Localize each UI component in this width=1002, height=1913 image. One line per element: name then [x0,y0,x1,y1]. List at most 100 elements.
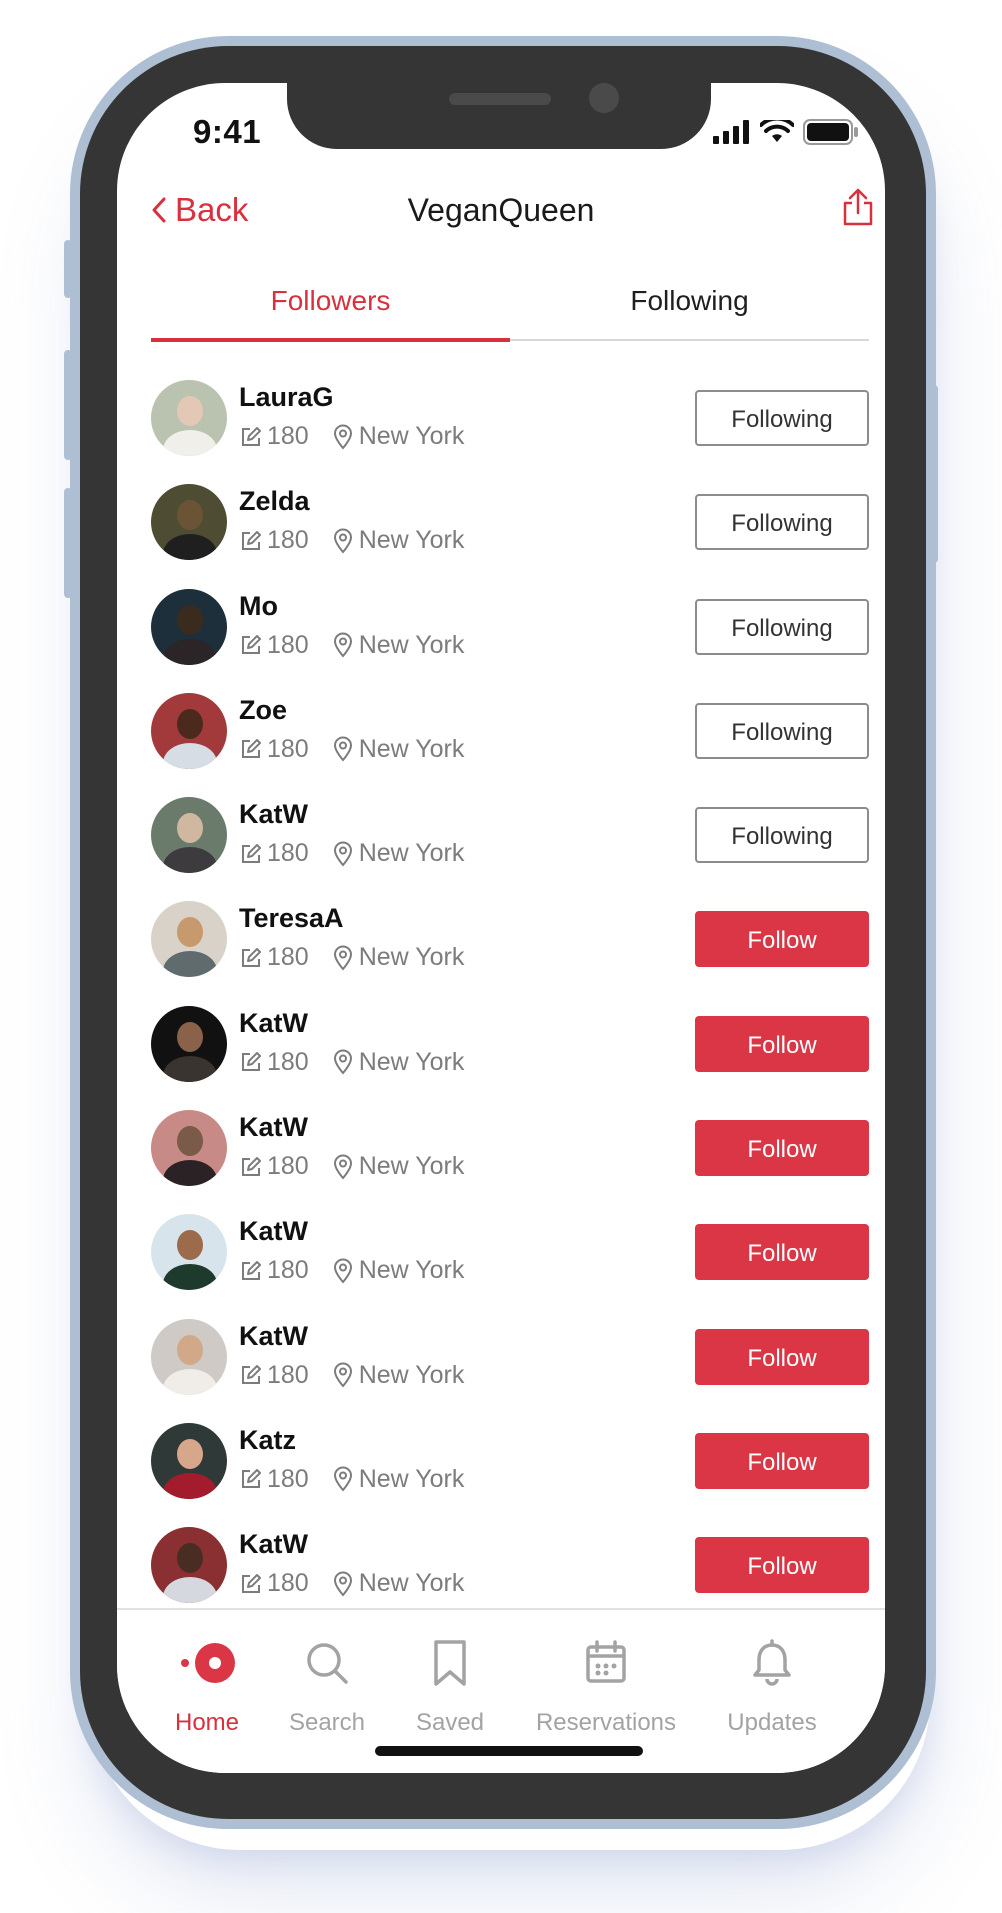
user-row[interactable]: Katz 180 New York Follow [151,1411,869,1515]
follow-button[interactable]: Follow [695,1224,869,1281]
user-row[interactable]: LauraG 180 New York Following [151,368,869,472]
avatar[interactable] [151,692,227,769]
home-icon [181,1643,235,1683]
location-pin-icon [333,1258,352,1284]
user-meta: 180 New York [239,1048,464,1077]
speaker [449,93,551,105]
user-row[interactable]: KatW 180 New York Follow [151,1307,869,1411]
avatar[interactable] [151,901,227,978]
avatar[interactable] [151,380,227,456]
battery-icon [803,119,858,145]
post-count: 180 [267,630,309,659]
following-button[interactable]: Following [695,702,869,759]
user-name[interactable]: Zoe [239,695,287,726]
home-indicator [375,1746,643,1756]
location-pin-icon [333,1049,352,1075]
mute-switch [64,240,72,298]
followers-following-tabs: Followers Following [151,271,869,342]
avatar[interactable] [151,1214,227,1291]
user-name[interactable]: Zelda [239,486,310,517]
avatar[interactable] [151,1422,227,1499]
avatar[interactable] [151,1527,227,1604]
location-pin-icon [333,945,352,971]
user-name[interactable]: KatW [239,1529,308,1560]
edit-icon [242,1156,261,1176]
user-name[interactable]: LauraG [239,382,334,413]
location-pin-icon [333,841,352,867]
cellular-signal-icon [713,120,749,144]
follow-button[interactable]: Follow [695,1328,869,1385]
following-button[interactable]: Following [695,390,869,446]
avatar[interactable] [151,1005,227,1082]
post-count: 180 [267,1256,309,1285]
tab-bar-saved[interactable]: Saved [403,1638,497,1737]
follow-button[interactable]: Follow [695,911,869,968]
user-meta: 180 New York [239,422,464,451]
post-count: 180 [267,1047,309,1076]
tab-following[interactable]: Following [510,271,869,339]
tab-bar-search[interactable]: Search [277,1638,377,1737]
user-row[interactable]: KatW 180 New York Follow [151,1098,869,1202]
user-location: New York [358,1464,465,1493]
user-name[interactable]: KatW [239,1112,308,1143]
user-location: New York [358,734,465,763]
user-location: New York [358,526,465,555]
avatar[interactable] [151,1110,227,1187]
tab-bar-home[interactable]: Home [151,1638,263,1737]
follow-button[interactable]: Follow [695,1120,869,1177]
bookmark-icon [434,1640,466,1686]
edit-icon [242,1260,261,1280]
avatar[interactable] [151,588,227,665]
user-location: New York [358,422,465,450]
user-location: New York [358,1256,465,1285]
user-row[interactable]: KatW 180 New York Follow [151,1515,869,1619]
avatar[interactable] [151,1318,227,1395]
follow-button[interactable]: Follow [695,1015,869,1072]
user-meta: 180 New York [239,839,464,868]
user-row[interactable]: Mo 180 New York Following [151,577,869,681]
user-row[interactable]: KatW 180 New York Follow [151,994,869,1098]
user-name[interactable]: KatW [239,1008,308,1039]
user-list: LauraG 180 New York Following Zelda 180 … [151,368,869,1620]
location-pin-icon [333,632,352,658]
user-name[interactable]: Katz [239,1425,296,1456]
tab-followers[interactable]: Followers [151,271,510,342]
user-name[interactable]: KatW [239,1321,308,1352]
user-row[interactable]: TeresaA 180 New York Follow [151,889,869,993]
following-button[interactable]: Following [695,494,869,551]
follow-button[interactable]: Follow [695,1432,869,1489]
edit-icon [242,739,261,759]
location-pin-icon [333,1154,352,1180]
user-location: New York [358,1569,465,1598]
edit-icon [242,1365,261,1385]
post-count: 180 [267,1152,309,1181]
avatar[interactable] [151,484,227,561]
edit-icon [242,947,261,967]
follow-button[interactable]: Follow [695,1537,869,1594]
status-icons [713,119,859,145]
avatar[interactable] [151,797,227,874]
user-location: New York [358,1360,465,1389]
user-name[interactable]: KatW [239,1216,308,1247]
user-name[interactable]: KatW [239,799,308,830]
volume-down-button [64,488,72,598]
edit-icon [242,1573,261,1593]
user-row[interactable]: KatW 180 New York Follow [151,1202,869,1306]
following-button[interactable]: Following [695,807,869,864]
share-button[interactable] [841,187,875,232]
user-row[interactable]: Zelda 180 New York Following [151,472,869,576]
user-name[interactable]: TeresaA [239,903,344,934]
post-count: 180 [267,1360,309,1389]
user-location: New York [358,630,465,659]
post-count: 180 [267,943,309,972]
user-row[interactable]: KatW 180 New York Following [151,785,869,889]
location-pin-icon [333,528,352,554]
user-row[interactable]: Zoe 180 New York Following [151,681,869,785]
following-button[interactable]: Following [695,598,869,655]
tab-bar-updates-label: Updates [727,1709,817,1736]
tab-bar-reservations[interactable]: Reservations [521,1638,691,1737]
user-name[interactable]: Mo [239,591,278,622]
user-location: New York [358,839,465,868]
tab-bar-updates[interactable]: Updates [717,1638,827,1737]
front-camera [589,83,619,113]
